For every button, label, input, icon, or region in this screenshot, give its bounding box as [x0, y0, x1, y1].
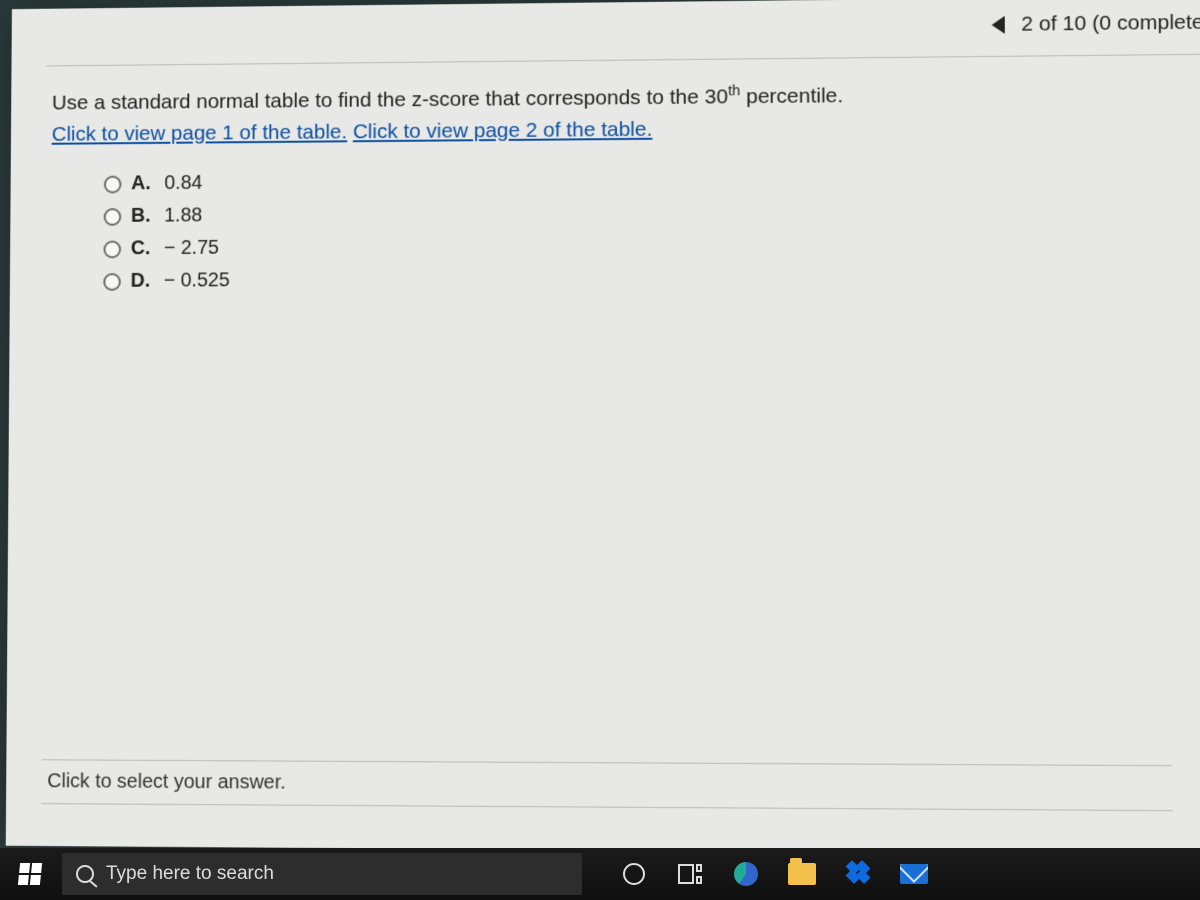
question-suffix: percentile.: [740, 84, 843, 108]
option-value: 0.84: [164, 172, 202, 195]
question-prefix: Use a standard normal table to find the …: [52, 85, 728, 114]
taskbar-search[interactable]: Type here to search: [62, 853, 582, 895]
dropbox-icon[interactable]: [844, 860, 872, 888]
option-value: − 2.75: [164, 237, 219, 260]
table-page1-link[interactable]: Click to view page 1 of the table.: [52, 120, 348, 145]
radio-icon[interactable]: [103, 240, 121, 258]
option-d[interactable]: D. − 0.525: [103, 269, 230, 292]
option-letter: C.: [131, 237, 155, 260]
file-explorer-icon[interactable]: [788, 860, 816, 888]
windows-taskbar: Type here to search: [0, 848, 1200, 900]
mail-icon[interactable]: [900, 860, 928, 888]
windows-logo-icon: [18, 863, 42, 885]
taskbar-icons: [620, 860, 928, 888]
option-value: 1.88: [164, 205, 202, 228]
option-letter: A.: [131, 172, 155, 195]
start-button[interactable]: [6, 850, 54, 898]
question-sup: th: [728, 83, 740, 99]
option-letter: B.: [131, 205, 155, 228]
option-b[interactable]: B. 1.88: [104, 204, 230, 228]
radio-icon[interactable]: [104, 208, 122, 226]
question-text: Use a standard normal table to find the …: [52, 76, 1185, 150]
table-page2-link[interactable]: Click to view page 2 of the table.: [353, 117, 652, 142]
radio-icon[interactable]: [103, 273, 121, 291]
answer-options: A. 0.84 B. 1.88 C. − 2.75 D. − 0.525: [103, 172, 230, 303]
question-block: Use a standard normal table to find the …: [52, 76, 1185, 150]
quiz-window: 2 of 10 (0 complete Use a standard norma…: [6, 0, 1200, 854]
topbar: 2 of 10 (0 complete: [992, 4, 1200, 44]
divider: [46, 54, 1200, 67]
option-letter: D.: [131, 270, 155, 293]
prev-question-icon[interactable]: [992, 16, 1005, 34]
cortana-icon[interactable]: [620, 860, 648, 888]
option-value: − 0.525: [164, 269, 230, 292]
search-icon: [76, 865, 94, 883]
progress-text: 2 of 10 (0 complete: [1021, 11, 1200, 37]
search-placeholder: Type here to search: [106, 863, 274, 885]
radio-icon[interactable]: [104, 175, 122, 193]
taskview-icon[interactable]: [676, 860, 704, 888]
select-answer-prompt: Click to select your answer.: [41, 759, 1172, 811]
option-a[interactable]: A. 0.84: [104, 172, 230, 196]
option-c[interactable]: C. − 2.75: [103, 237, 229, 260]
edge-icon[interactable]: [732, 860, 760, 888]
